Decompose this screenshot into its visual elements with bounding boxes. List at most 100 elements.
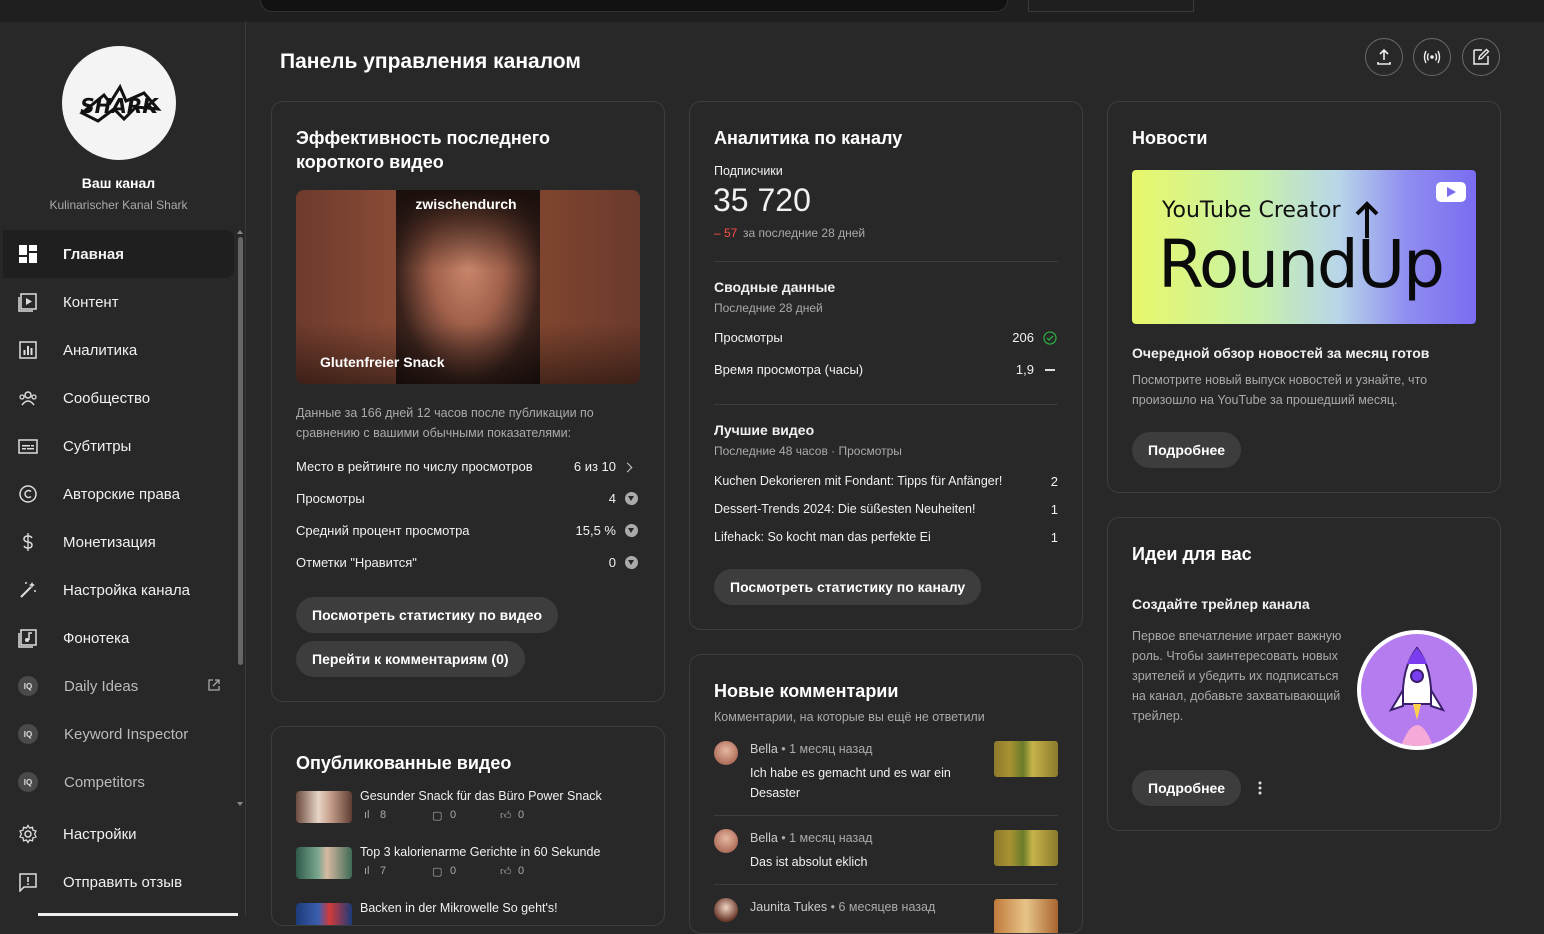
sidebar-item-label: Монетизация — [63, 533, 156, 551]
short-description: Данные за 166 дней 12 часов после публик… — [296, 406, 594, 440]
comment-time: 6 месяцев назад — [838, 900, 936, 914]
news-card: Новости YouTube Creator RoundUp Очередно… — [1107, 101, 1501, 493]
scroll-up-arrow[interactable] — [237, 230, 243, 234]
video-comments: 0 — [450, 809, 457, 821]
more-vert-icon[interactable] — [1253, 780, 1267, 796]
video-title[interactable]: Top 3 kalorienarme Gerichte in 60 Sekund… — [360, 845, 600, 859]
news-more-button[interactable]: Подробнее — [1132, 432, 1242, 468]
scroll-down-arrow[interactable] — [237, 802, 243, 806]
top-bar — [0, 0, 1544, 22]
card-title: Аналитика по каналу — [714, 128, 903, 148]
top-videos-title: Лучшие видео — [714, 422, 815, 438]
top-video-views: 2 — [1050, 474, 1058, 489]
watch-time-label: Время просмотра (часы) — [714, 362, 864, 377]
search-box[interactable] — [260, 0, 1008, 12]
sidebar-item-keyword-inspector[interactable]: IQ Keyword Inspector — [0, 710, 237, 758]
extension-icon: IQ — [18, 676, 38, 696]
ideas-card: Идеи для вас Создайте трейлер канала Пер… — [1107, 517, 1501, 831]
sidebar-item-audio-library[interactable]: Фонотека — [0, 614, 237, 662]
top-video-title[interactable]: Dessert-Trends 2024: Die süßesten Neuhei… — [714, 502, 975, 516]
summary-period: Последние 28 дней — [714, 301, 823, 315]
video-thumbnail[interactable] — [296, 903, 352, 925]
sidebar-item-copyright[interactable]: Авторские права — [0, 470, 237, 518]
rank-label: Место в рейтинге по числу просмотров — [296, 459, 533, 474]
news-text: Посмотрите новый выпуск новостей и узнай… — [1132, 373, 1428, 407]
dash-icon — [1045, 369, 1055, 371]
sidebar-scrollbar[interactable] — [238, 237, 243, 665]
video-thumbnail[interactable] — [994, 899, 1058, 933]
sidebar-item-daily-ideas[interactable]: IQ Daily Ideas — [0, 662, 237, 710]
header-control[interactable] — [1028, 0, 1194, 12]
sidebar-item-feedback[interactable]: Отправить отзыв — [0, 858, 237, 906]
page-title: Панель управления каналом — [280, 50, 581, 73]
card-title: Опубликованные видео — [296, 753, 512, 773]
comment-author[interactable]: Bella — [750, 742, 778, 756]
sidebar: SHARK Ваш канал Kulinarischer Kanal Shar… — [0, 22, 246, 916]
comments-icon: ▢ — [432, 810, 443, 822]
channel-analytics-card: Аналитика по каналу Подписчики 35 720 – … — [689, 101, 1083, 630]
youtube-logo-icon — [1436, 182, 1466, 202]
sidebar-item-settings[interactable]: Настройки — [0, 810, 237, 858]
edit-icon — [1473, 48, 1490, 65]
svg-text:SHARK: SHARK — [80, 94, 159, 118]
avatar[interactable] — [714, 898, 738, 922]
published-videos-card: Опубликованные видео Gesunder Snack für … — [271, 726, 665, 926]
video-thumbnail[interactable] — [296, 847, 352, 879]
video-views: 8 — [380, 809, 387, 821]
new-comments-card: Новые комментарии Комментарии, на которы… — [689, 654, 1083, 934]
channel-avatar[interactable]: SHARK — [62, 46, 176, 160]
video-likes: 0 — [518, 865, 525, 877]
avatar[interactable] — [714, 741, 738, 765]
sidebar-item-label: Авторские права — [63, 485, 180, 503]
chevron-right-icon[interactable] — [622, 462, 633, 473]
banner-line2: RoundUp — [1158, 226, 1445, 303]
sidebar-item-community[interactable]: Сообщество — [0, 374, 237, 422]
arrow-down-circle-icon — [625, 556, 638, 569]
video-title[interactable]: Backen in der Mikrowelle So geht's! — [360, 901, 558, 915]
comment-time: 1 месяц назад — [789, 831, 873, 845]
short-thumbnail[interactable]: zwischendurch Glutenfreier Snack — [296, 190, 640, 384]
idea-text: Первое впечатление играет важную роль. Ч… — [1132, 629, 1342, 723]
view-video-stats-button[interactable]: Посмотреть статистику по видео — [296, 597, 559, 633]
video-thumbnail[interactable] — [296, 791, 352, 823]
video-title[interactable]: Gesunder Snack für das Büro Power Snack — [360, 789, 602, 803]
sidebar-item-monetization[interactable]: Монетизация — [0, 518, 237, 566]
news-banner[interactable]: YouTube Creator RoundUp — [1132, 170, 1476, 324]
sidebar-item-label: Настройка канала — [63, 581, 190, 599]
sidebar-item-analytics[interactable]: Аналитика — [0, 326, 237, 374]
sidebar-item-customization[interactable]: Настройка канала — [0, 566, 237, 614]
sidebar-item-content[interactable]: Контент — [0, 278, 237, 326]
sidebar-item-competitors[interactable]: IQ Competitors — [0, 758, 237, 806]
idea-more-button[interactable]: Подробнее — [1132, 770, 1242, 806]
sidebar-item-label: Настройки — [63, 825, 137, 843]
top-video-title[interactable]: Kuchen Dekorieren mit Fondant: Tipps für… — [714, 474, 1002, 488]
subscribers-change-period: за последние 28 дней — [743, 226, 866, 240]
video-thumbnail[interactable] — [994, 741, 1058, 777]
video-thumbnail[interactable] — [994, 830, 1058, 866]
last-short-card: Эффективность последнего короткого видео… — [271, 101, 665, 702]
avatar[interactable] — [714, 829, 738, 853]
channel-name: Kulinarischer Kanal Shark — [49, 198, 188, 212]
create-post-button[interactable] — [1462, 38, 1500, 76]
extension-icon: IQ — [18, 772, 38, 792]
top-video-title[interactable]: Lifehack: So kocht man das perfekte Ei — [714, 530, 931, 544]
sidebar-item-subtitles[interactable]: Субтитры — [0, 422, 237, 470]
go-to-comments-button[interactable]: Перейти к комментариям (0) — [296, 641, 525, 677]
go-live-button[interactable] — [1413, 38, 1451, 76]
community-icon — [18, 388, 38, 408]
comments-subtitle: Комментарии, на которые вы ещё не ответи… — [714, 710, 985, 724]
upload-button[interactable] — [1365, 38, 1403, 76]
comment-author[interactable]: Bella — [750, 831, 778, 845]
comment-author[interactable]: Jaunita Tukes — [750, 900, 827, 914]
subtitles-icon — [18, 436, 38, 456]
sidebar-item-dashboard[interactable]: Главная — [3, 230, 234, 278]
view-channel-stats-button[interactable]: Посмотреть статистику по каналу — [714, 569, 982, 605]
music-icon — [18, 628, 38, 648]
thumbs-up-icon: 👍︎ — [500, 866, 512, 878]
thumbnail-top-text: zwischendurch — [415, 196, 517, 212]
news-headline: Очередной обзор новостей за месяц готов — [1132, 345, 1430, 361]
card-title: Идеи для вас — [1132, 544, 1252, 564]
views-value: 206 — [1012, 330, 1034, 345]
external-link-icon — [208, 679, 220, 691]
video-library-icon — [18, 292, 38, 312]
